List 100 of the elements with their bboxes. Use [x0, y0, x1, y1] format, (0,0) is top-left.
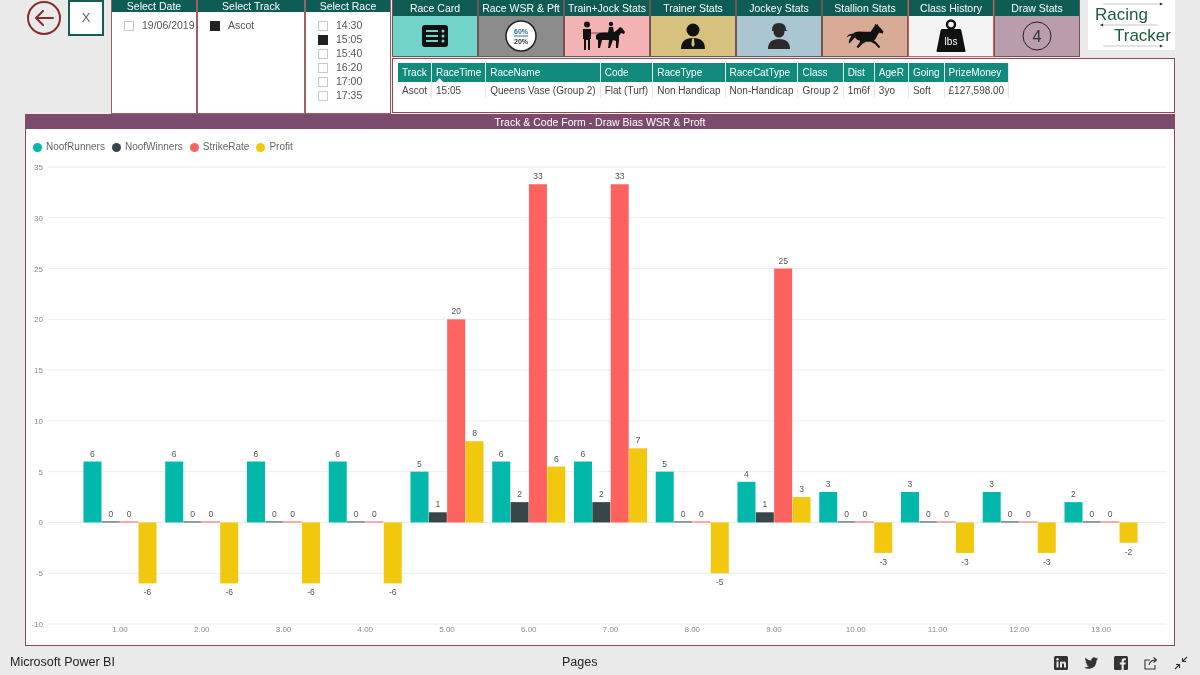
back-button[interactable]	[27, 1, 61, 35]
column-header[interactable]: Track	[398, 63, 432, 82]
column-header[interactable]: RaceCatType	[725, 63, 798, 82]
data-label: 6	[90, 448, 95, 459]
data-label: 0	[208, 509, 214, 520]
data-label: 3	[907, 479, 913, 489]
axis-category-label: 4.00	[357, 625, 374, 634]
data-label: 0	[1107, 509, 1113, 520]
data-label: 6	[553, 453, 559, 464]
slicer-title: Select Date	[112, 0, 196, 12]
table-cell: Non-Handicap	[725, 82, 798, 98]
page-tab[interactable]: Train+Jock Stats	[564, 0, 650, 57]
option-label: 15:40	[336, 46, 363, 62]
data-label: 33	[614, 171, 625, 182]
page-tab[interactable]: Jockey Stats	[736, 0, 822, 57]
column-header[interactable]: RaceName	[485, 63, 601, 82]
axis-tick-label: 20	[34, 315, 43, 325]
twitter-icon[interactable]	[1084, 655, 1098, 670]
axis-category-label: 13.00	[1091, 625, 1111, 634]
axis-category-label: 10.00	[845, 625, 866, 634]
data-label: -6	[389, 587, 397, 598]
option-label: 19/06/2019	[142, 18, 195, 34]
share-icon[interactable]	[1144, 655, 1158, 670]
data-label: 20	[451, 306, 461, 317]
linkedin-icon[interactable]	[1054, 655, 1068, 670]
axis-tick-label: 5	[38, 467, 43, 477]
table-cell: 15:05	[431, 82, 486, 98]
column-header[interactable]: RaceTime	[431, 63, 486, 82]
table-cell: Group 2	[798, 82, 844, 98]
table-cell: Soft	[908, 82, 945, 98]
axis-category-label: 11.00	[927, 625, 948, 634]
data-label: 6	[580, 448, 586, 459]
axis-category-label: 12.00	[1009, 625, 1030, 634]
slicer-title: Select Race	[306, 0, 390, 12]
weight-label: lbs	[944, 36, 958, 47]
data-label: 3	[989, 479, 995, 489]
person-icon	[681, 23, 705, 49]
data-label: 1	[762, 499, 768, 510]
data-label: 0	[1026, 509, 1031, 520]
axis-tick-label: 25	[34, 264, 43, 274]
data-label: 5	[662, 458, 668, 469]
data-label: 2	[598, 489, 604, 500]
ring-icon	[505, 20, 537, 52]
data-label: 0	[1007, 509, 1013, 520]
page-tab[interactable]: Draw Stats 4	[994, 0, 1080, 57]
data-label: 8	[472, 428, 477, 439]
facebook-icon[interactable]	[1114, 655, 1128, 670]
data-label: 2	[1071, 489, 1076, 500]
data-label: 0	[680, 509, 686, 520]
data-label: 5	[417, 458, 422, 469]
table-cell: 3yo	[874, 82, 909, 98]
data-label: 0	[925, 509, 931, 520]
data-label: 6	[335, 448, 341, 459]
column-header[interactable]: AgeR	[874, 63, 909, 82]
table-cell: Queens Vase (Group 2)	[485, 82, 601, 98]
data-label: -6	[143, 587, 152, 598]
axis-tick-label: 0	[38, 518, 43, 528]
column-header[interactable]: RaceType	[652, 63, 726, 82]
axis-category-label: 9.00	[766, 625, 782, 634]
page-tab[interactable]: Class History lbs	[908, 0, 994, 57]
pages-button[interactable]: Pages	[562, 653, 598, 672]
checkbox[interactable]	[318, 35, 328, 45]
axis-category-label: 5.00	[439, 625, 455, 634]
option-label: 16:20	[336, 60, 363, 76]
axis-tick-label: -10	[31, 620, 43, 629]
axis-tick-label: 35	[34, 163, 43, 172]
clear-button[interactable]: X	[68, 0, 104, 36]
data-label: 0	[353, 509, 359, 520]
data-label: -6	[307, 587, 315, 598]
data-label: 4	[744, 468, 749, 479]
table-cell: Non Handicap	[652, 82, 726, 98]
table-cell: £127,598.00	[944, 82, 1009, 98]
checkbox[interactable]	[210, 21, 220, 31]
data-label: 0	[1089, 509, 1095, 520]
legend-label: Profit	[269, 141, 293, 153]
column-header[interactable]: Going	[908, 63, 945, 82]
data-label: -5	[716, 577, 724, 588]
page-tab[interactable]: Trainer Stats	[650, 0, 736, 57]
column-header[interactable]: PrizeMoney	[944, 63, 1009, 82]
axis-tick-label: 15	[34, 366, 43, 376]
data-label: 1	[435, 499, 441, 510]
page-tab[interactable]: Stallion Stats	[822, 0, 908, 57]
data-label: 0	[108, 509, 114, 520]
axis-category-label: 8.00	[684, 625, 701, 634]
data-label: 0	[699, 509, 704, 520]
column-header[interactable]: Class	[798, 63, 844, 82]
data-label: 0	[190, 509, 195, 520]
list-icon	[422, 25, 448, 47]
app-name-label: Microsoft Power BI	[10, 654, 116, 672]
collapse-icon[interactable]	[1174, 655, 1188, 670]
chart-title: Track & Code Form - Draw Bias WSR & Proft	[26, 115, 1174, 129]
column-header[interactable]: Code	[600, 63, 653, 82]
axis-category-label: 1.00	[112, 625, 128, 634]
axis-category-label: 3.00	[275, 625, 292, 634]
data-label: 6	[171, 448, 177, 459]
data-label: 7	[635, 435, 641, 446]
page-tab[interactable]: Race Card	[392, 0, 478, 57]
legend-label: NoofRunners	[46, 141, 105, 153]
column-header[interactable]: Dist	[843, 63, 875, 82]
data-label: 3	[825, 479, 831, 489]
